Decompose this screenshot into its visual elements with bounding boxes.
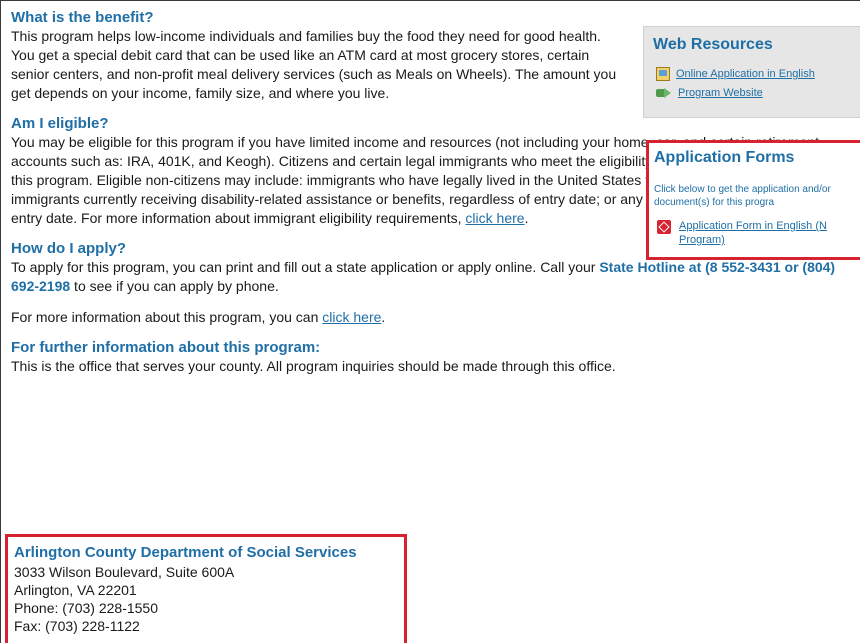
pdf-icon — [657, 220, 671, 234]
application-forms-panel: Application Forms Click below to get the… — [646, 140, 860, 260]
web-resource-item-program-website[interactable]: Program Website — [656, 87, 763, 99]
web-resource-item-online-application[interactable]: Online Application in English — [656, 67, 815, 81]
website-icon — [656, 87, 672, 99]
application-forms-title: Application Forms — [654, 149, 795, 166]
office-name: Arlington County Department of Social Se… — [14, 544, 357, 561]
office-address-line1: 3033 Wilson Boulevard, Suite 600A — [14, 564, 235, 580]
web-resources-title: Web Resources — [653, 36, 773, 53]
further-info-section: For further information about this progr… — [11, 339, 857, 376]
application-form-item[interactable]: Application Form in English (N Program) — [657, 219, 860, 247]
apply-text-tail: to see if you can apply by phone. — [70, 278, 279, 294]
document-icon — [656, 67, 670, 81]
further-text: This is the office that serves your coun… — [11, 358, 616, 374]
office-fax: Fax: (703) 228-1122 — [14, 618, 140, 634]
office-address-line2: Arlington, VA 22201 — [14, 582, 137, 598]
apply-text-body: To apply for this program, you can print… — [11, 259, 600, 275]
web-resources-panel: Web Resources Online Application in Engl… — [643, 26, 860, 118]
page-frame: What is the benefit? This program helps … — [0, 0, 860, 643]
more-info-click-here-link[interactable]: click here — [322, 309, 381, 325]
benefit-text: This program helps low-income individual… — [11, 28, 617, 101]
office-phone: Phone: (703) 228-1550 — [14, 600, 158, 616]
further-title: For further information about this progr… — [11, 339, 321, 356]
application-forms-description: Click below to get the application and/o… — [654, 184, 831, 208]
application-form-link[interactable]: Application Form in English (N Program) — [679, 219, 860, 247]
apply-text: To apply for this program, you can print… — [11, 258, 857, 296]
program-website-link[interactable]: Program Website — [678, 87, 763, 99]
online-application-link[interactable]: Online Application in English — [676, 68, 815, 80]
more-info-suffix: . — [381, 309, 386, 325]
eligible-text-tail: . — [524, 210, 529, 226]
more-info-text: For more information about this program,… — [11, 308, 857, 327]
eligibility-click-here-link[interactable]: click here — [465, 210, 524, 226]
benefit-section: What is the benefit? This program helps … — [11, 9, 625, 103]
more-info-prefix: For more information about this program,… — [11, 309, 323, 325]
benefit-title: What is the benefit? — [11, 9, 154, 26]
office-contact-box: Arlington County Department of Social Se… — [5, 534, 407, 643]
